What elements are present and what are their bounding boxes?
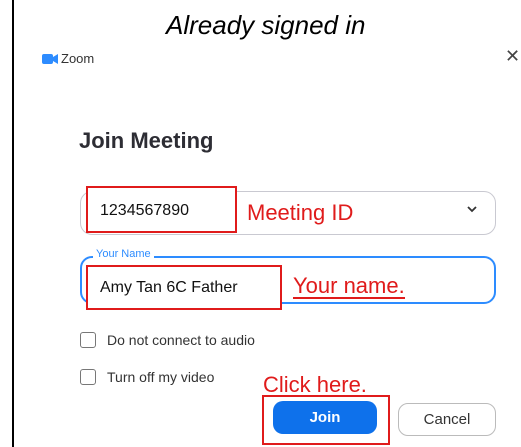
chevron-down-icon[interactable] <box>465 202 479 221</box>
meeting-id-highlight: 1234567890 <box>86 186 237 233</box>
window-title: Zoom <box>42 51 94 66</box>
left-border-line <box>12 0 14 447</box>
audio-checkbox[interactable] <box>80 332 96 348</box>
caption-already-signed-in: Already signed in <box>166 10 366 40</box>
annotation-your-name: Your name. <box>293 273 405 299</box>
annotation-meeting-id: Meeting ID <box>247 200 354 225</box>
video-checkbox[interactable] <box>80 369 96 385</box>
cancel-button[interactable]: Cancel <box>398 403 496 436</box>
turn-off-video-option[interactable]: Turn off my video <box>80 369 214 385</box>
app-name: Zoom <box>61 51 95 66</box>
join-button[interactable]: Join <box>273 401 377 434</box>
video-checkbox-label: Turn off my video <box>107 369 215 385</box>
audio-checkbox-label: Do not connect to audio <box>107 332 255 348</box>
meeting-id-value: 1234567890 <box>100 202 189 219</box>
do-not-connect-audio-option[interactable]: Do not connect to audio <box>80 332 255 348</box>
your-name-value: Amy Tan 6C Father <box>100 279 238 296</box>
your-name-legend: Your Name <box>93 248 154 260</box>
zoom-logo-icon <box>42 52 58 66</box>
your-name-highlight: Amy Tan 6C Father <box>86 265 282 310</box>
close-icon[interactable]: ✕ <box>505 46 520 67</box>
dialog-title: Join Meeting <box>79 128 214 153</box>
